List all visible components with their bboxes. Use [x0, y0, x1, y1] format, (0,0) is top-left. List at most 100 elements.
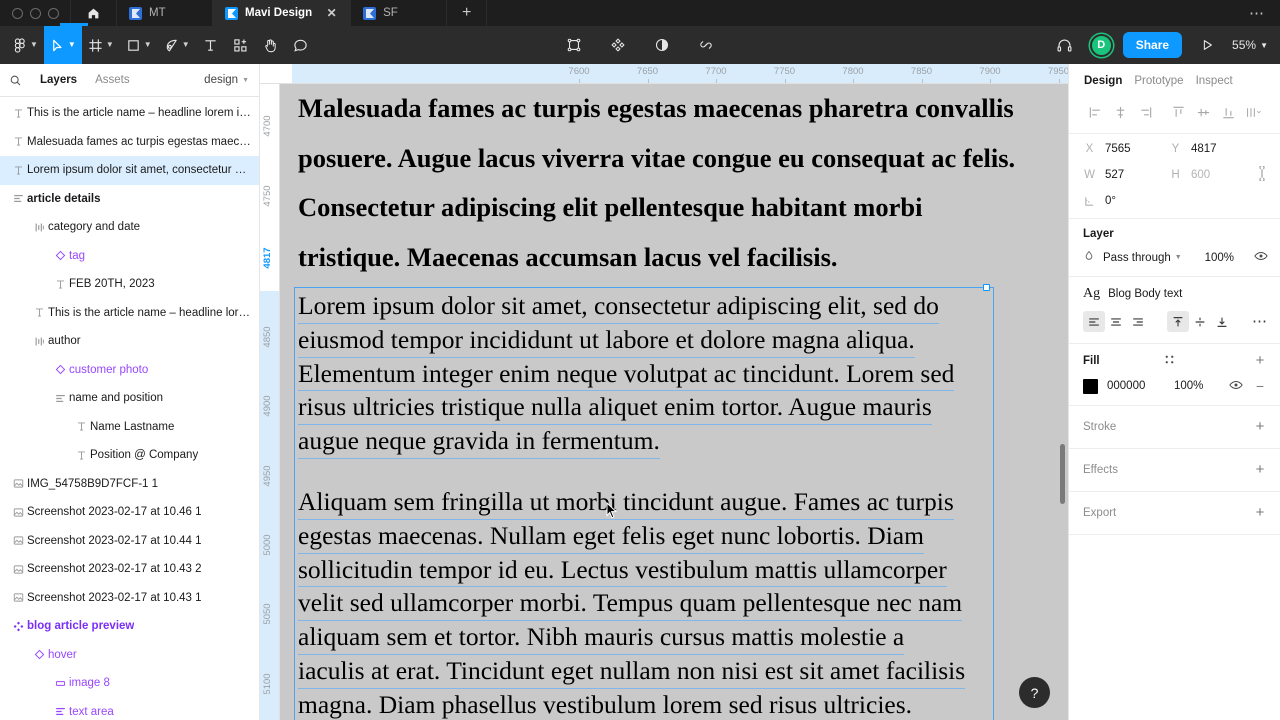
layer-row[interactable]: category and date — [0, 213, 259, 242]
layer-row[interactable]: Name Lastname — [0, 413, 259, 442]
components-tool-icon[interactable] — [226, 26, 256, 64]
layer-row[interactable]: article details — [0, 185, 259, 214]
hand-tool-icon[interactable] — [256, 26, 286, 64]
layer-row[interactable]: This is the article name – headline lore… — [0, 299, 259, 328]
window-close-button[interactable] — [12, 7, 23, 19]
align-horizontal-center-icon[interactable] — [1108, 101, 1133, 123]
layer-row[interactable]: Position @ Company — [0, 441, 259, 470]
pen-tool-icon[interactable]: ▼ — [158, 26, 196, 64]
text-align-left-icon[interactable] — [1083, 311, 1105, 332]
tabbar-overflow-button[interactable]: ⋯ — [1234, 0, 1280, 26]
selected-text-block[interactable]: Lorem ipsum dolor sit amet, consectetur … — [298, 290, 998, 459]
canvas-vertical-scrollbar[interactable] — [1060, 444, 1065, 504]
tab-prototype[interactable]: Prototype — [1134, 75, 1183, 87]
avatar[interactable]: D — [1089, 33, 1113, 57]
layer-row[interactable]: IMG_54758B9D7FCF-1 1 — [0, 470, 259, 499]
close-icon[interactable]: ✕ — [325, 6, 338, 20]
add-stroke-button[interactable]: + — [1252, 419, 1268, 434]
fill-color-swatch[interactable] — [1083, 378, 1098, 394]
figma-menu-icon[interactable]: ▼ — [6, 26, 44, 64]
fill-styles-icon[interactable] — [1164, 354, 1175, 367]
align-left-icon[interactable] — [1083, 101, 1108, 123]
layer-row[interactable]: FEB 20TH, 2023 — [0, 270, 259, 299]
layer-row[interactable]: text area — [0, 698, 259, 720]
text-align-center-icon[interactable] — [1105, 311, 1127, 332]
move-tool-icon[interactable]: ▼ — [43, 26, 82, 64]
horizontal-ruler[interactable]: 7600765077007750780078507900795080008050… — [260, 64, 1068, 84]
eye-icon[interactable] — [1254, 250, 1268, 265]
fill-hex-value[interactable]: 000000 — [1107, 380, 1165, 392]
vertical-ruler[interactable]: 4700 4750 4850 4900 4950 5000 5050 5100 4817 — [260, 84, 280, 720]
text-valign-top-icon[interactable] — [1167, 311, 1189, 332]
x-field[interactable]: X 7565 — [1083, 143, 1169, 155]
layer-row[interactable]: name and position — [0, 384, 259, 413]
distribute-icon[interactable] — [1241, 101, 1266, 123]
layer-row[interactable]: hover — [0, 641, 259, 670]
heading-text-block[interactable]: Malesuada fames ac turpis egestas maecen… — [298, 84, 1015, 282]
text-align-right-icon[interactable] — [1127, 311, 1149, 332]
second-text-block[interactable]: Aliquam sem fringilla ut morbi tincidunt… — [298, 486, 998, 720]
y-field[interactable]: Y 4817 — [1169, 143, 1255, 155]
play-icon[interactable] — [1192, 26, 1222, 64]
search-icon[interactable] — [9, 74, 31, 87]
share-button[interactable]: Share — [1122, 32, 1183, 58]
layer-row[interactable]: Lorem ipsum dolor sit amet, consectetur … — [0, 156, 259, 185]
canvas-area[interactable]: 7600765077007750780078507900795080008050… — [260, 64, 1068, 720]
layer-row[interactable]: blog article preview — [0, 612, 259, 641]
tab-design[interactable]: Design — [1084, 75, 1122, 87]
add-effect-button[interactable]: + — [1252, 462, 1268, 477]
layer-row[interactable]: Screenshot 2023-02-17 at 10.44 1 — [0, 527, 259, 556]
select-frame-icon[interactable] — [559, 26, 589, 64]
eye-icon[interactable] — [1229, 379, 1243, 394]
remove-fill-button[interactable]: − — [1252, 378, 1268, 394]
layer-row[interactable]: Malesuada fames ac turpis egestas maecen… — [0, 128, 259, 157]
layer-row[interactable]: author — [0, 327, 259, 356]
tab-layers[interactable]: Layers — [31, 74, 86, 86]
width-field[interactable]: W 527 — [1083, 169, 1169, 181]
link-icon[interactable] — [691, 26, 721, 64]
text-valign-bottom-icon[interactable] — [1211, 311, 1233, 332]
frame-tool-icon[interactable]: ▼ — [82, 26, 120, 64]
new-tab-button[interactable]: + — [446, 0, 486, 26]
tab-mavi-design[interactable]: Mavi Design ✕ — [212, 0, 351, 26]
layer-opacity-value[interactable]: 100% — [1205, 252, 1234, 264]
selection-handle-top-right[interactable] — [983, 284, 990, 291]
design-canvas[interactable]: Malesuada fames ac turpis egestas maecen… — [280, 84, 1068, 720]
rotation-field[interactable]: 0° — [1083, 195, 1169, 207]
text-style-row[interactable]: Ag Blog Body text — [1083, 286, 1268, 302]
window-maximize-button[interactable] — [48, 7, 59, 19]
zoom-level-selector[interactable]: 55% ▼ — [1232, 38, 1268, 52]
layer-row[interactable]: This is the article name – headline lore… — [0, 99, 259, 128]
help-button[interactable]: ? — [1019, 677, 1050, 708]
align-right-icon[interactable] — [1133, 101, 1158, 123]
text-valign-middle-icon[interactable] — [1189, 311, 1211, 332]
layer-row[interactable]: Screenshot 2023-02-17 at 10.43 1 — [0, 584, 259, 613]
tab-assets[interactable]: Assets — [86, 74, 139, 86]
constrain-proportions-icon[interactable] — [1256, 164, 1268, 184]
plugins-icon[interactable] — [603, 26, 633, 64]
tab-inspect[interactable]: Inspect — [1196, 75, 1233, 87]
blend-mode-selector[interactable]: Pass through ▼ — [1103, 252, 1182, 264]
align-vertical-center-icon[interactable] — [1191, 101, 1216, 123]
add-export-button[interactable]: + — [1252, 505, 1268, 520]
layer-row[interactable]: tag — [0, 242, 259, 271]
layer-row[interactable]: customer photo — [0, 356, 259, 385]
layer-row[interactable]: Screenshot 2023-02-17 at 10.43 2 — [0, 555, 259, 584]
comment-tool-icon[interactable] — [286, 26, 316, 64]
layer-row[interactable]: Screenshot 2023-02-17 at 10.46 1 — [0, 498, 259, 527]
page-selector[interactable]: design ▼ — [204, 74, 249, 86]
add-fill-button[interactable]: + — [1252, 353, 1268, 368]
align-bottom-icon[interactable] — [1216, 101, 1241, 123]
fill-opacity-value[interactable]: 100% — [1174, 380, 1216, 392]
layer-row[interactable]: image 8 — [0, 669, 259, 698]
contrast-icon[interactable] — [647, 26, 677, 64]
tab-mt[interactable]: MT — [116, 0, 212, 26]
typography-more-button[interactable]: ⋯ — [1252, 314, 1268, 329]
text-tool-icon[interactable] — [196, 26, 226, 64]
shape-tool-icon[interactable]: ▼ — [120, 26, 158, 64]
headphones-icon[interactable] — [1050, 26, 1080, 64]
layers-list[interactable]: This is the article name – headline lore… — [0, 97, 259, 720]
height-field[interactable]: H 600 — [1169, 169, 1255, 181]
tab-sf[interactable]: SF — [350, 0, 446, 26]
window-minimize-button[interactable] — [30, 7, 41, 19]
